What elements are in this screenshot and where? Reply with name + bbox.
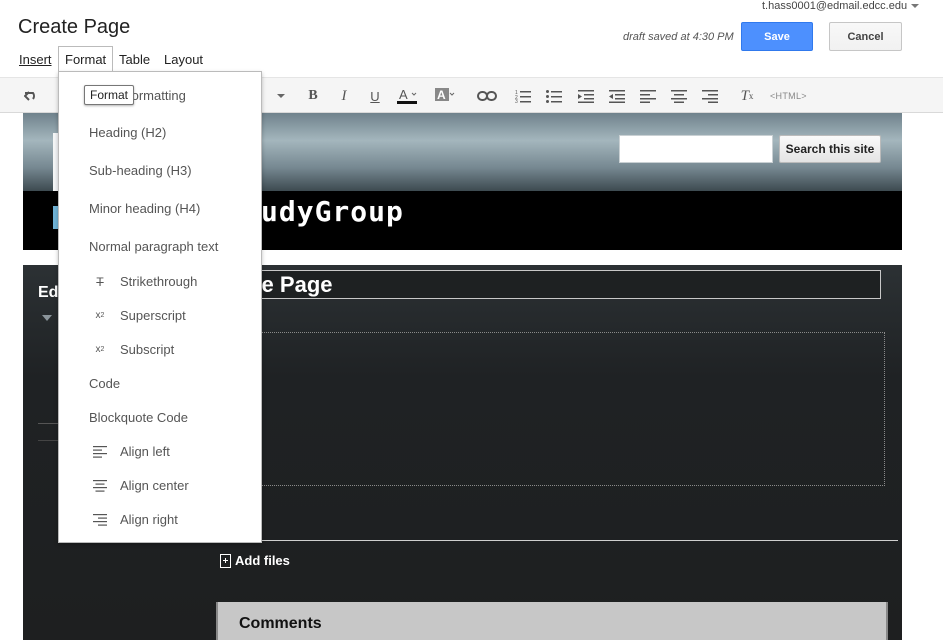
editor-header: Create Page t.hass0001@edmail.edcc.edu d… xyxy=(0,0,943,77)
superscript-icon: x2 xyxy=(95,310,105,321)
menu-format[interactable]: Format xyxy=(65,52,106,67)
bulleted-list-icon[interactable] xyxy=(545,87,563,105)
strikethrough-icon: T xyxy=(96,274,104,289)
format-align-left-label: Align left xyxy=(120,444,170,459)
editor-title: Create Page xyxy=(18,16,131,38)
font-size-dropdown-icon[interactable] xyxy=(274,87,288,105)
format-align-center-label: Align center xyxy=(120,478,189,493)
draft-status: draft saved at 4:30 PM xyxy=(623,31,734,43)
user-email: t.hass0001@edmail.edcc.edu xyxy=(762,0,908,12)
format-normal-paragraph[interactable]: Normal paragraph text xyxy=(89,239,218,254)
svg-text:A: A xyxy=(437,88,446,102)
site-search-button[interactable]: Search this site xyxy=(779,135,881,163)
format-strikethrough[interactable]: T Strikethrough xyxy=(92,274,197,289)
page-content-area[interactable] xyxy=(260,332,885,486)
page-title-input[interactable]: ate Page xyxy=(235,270,881,299)
format-superscript[interactable]: x2 Superscript xyxy=(92,308,186,323)
link-icon[interactable] xyxy=(476,87,498,105)
svg-text:3: 3 xyxy=(515,99,518,103)
format-subscript-label: Subscript xyxy=(120,342,175,357)
html-mode-button[interactable]: <HTML> xyxy=(770,91,807,101)
format-superscript-label: Superscript xyxy=(120,308,186,323)
format-subheading-h3[interactable]: Sub-heading (H3) xyxy=(89,163,192,178)
sidebar-expand-icon[interactable] xyxy=(42,315,52,321)
add-files-label: Add files xyxy=(235,553,290,568)
sidebar-title: Ed xyxy=(38,284,59,301)
format-align-center[interactable]: Align center xyxy=(92,478,189,493)
svg-text:A: A xyxy=(399,87,408,102)
menu-insert-label: Insert xyxy=(19,52,52,67)
align-center-icon xyxy=(92,479,108,493)
chevron-down-icon xyxy=(911,4,920,8)
format-blockquote-code[interactable]: Blockquote Code xyxy=(89,410,188,425)
comments-panel: Comments xyxy=(216,602,888,640)
add-files-link[interactable]: Add files xyxy=(220,553,290,568)
format-code[interactable]: Code xyxy=(89,376,120,391)
numbered-list-icon[interactable]: 123 xyxy=(514,87,532,105)
site-search-input[interactable] xyxy=(619,135,773,163)
format-dropdown-menu xyxy=(58,71,262,543)
format-align-right[interactable]: Align right xyxy=(92,512,178,527)
align-left-icon xyxy=(92,445,108,459)
menu-format-label: Format xyxy=(65,52,107,67)
bold-icon[interactable]: B xyxy=(304,87,322,105)
account-menu[interactable]: t.hass0001@edmail.edcc.edu xyxy=(762,0,920,12)
menu-table[interactable]: Table xyxy=(119,52,150,67)
format-strikethrough-label: Strikethrough xyxy=(120,274,198,289)
comments-title: Comments xyxy=(239,615,322,632)
add-file-icon xyxy=(220,553,231,568)
menu-insert[interactable]: Insert xyxy=(19,52,52,67)
indent-less-icon[interactable] xyxy=(577,87,595,105)
format-minor-heading-h4[interactable]: Minor heading (H4) xyxy=(89,201,200,216)
italic-icon[interactable]: I xyxy=(335,87,353,105)
align-right-icon[interactable] xyxy=(701,87,719,105)
menu-layout[interactable]: Layout xyxy=(164,52,203,67)
align-left-icon[interactable] xyxy=(639,87,657,105)
content-separator xyxy=(215,540,898,541)
indent-more-icon[interactable] xyxy=(608,87,626,105)
underline-icon[interactable]: U xyxy=(366,87,384,105)
menu-layout-label: Layout xyxy=(164,52,204,67)
highlight-color-icon[interactable]: A xyxy=(434,87,458,105)
remove-formatting-icon[interactable]: Tx xyxy=(738,87,756,105)
format-tooltip: Format xyxy=(84,85,135,105)
text-color-icon[interactable]: A xyxy=(396,87,420,105)
format-heading-h2[interactable]: Heading (H2) xyxy=(89,125,166,140)
menu-table-label: Table xyxy=(119,52,151,67)
subscript-icon: x2 xyxy=(95,344,105,355)
align-right-icon xyxy=(92,513,108,527)
save-button[interactable]: Save xyxy=(741,22,813,51)
site-title: udyGroup xyxy=(261,195,404,228)
format-align-left[interactable]: Align left xyxy=(92,444,170,459)
format-subscript[interactable]: x2 Subscript xyxy=(92,342,175,357)
cancel-button[interactable]: Cancel xyxy=(829,22,902,51)
undo-icon[interactable] xyxy=(22,87,42,105)
align-center-icon[interactable] xyxy=(670,87,688,105)
format-align-right-label: Align right xyxy=(120,512,178,527)
